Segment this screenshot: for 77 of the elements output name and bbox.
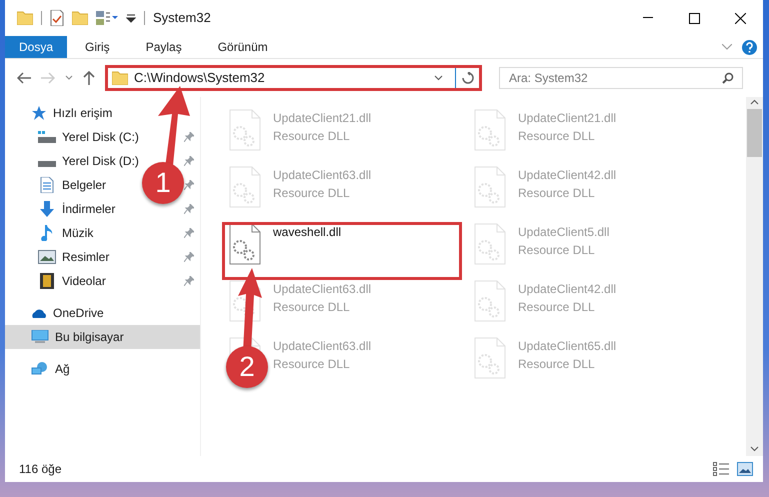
scrollbar-thumb[interactable] [747, 109, 762, 157]
dll-file-icon [229, 223, 261, 265]
pin-icon[interactable] [184, 132, 194, 142]
nav-item[interactable]: Belgeler [38, 176, 106, 194]
dll-file-icon [474, 337, 506, 379]
minimize-icon [643, 17, 653, 19]
file-type: Resource DLL [518, 242, 596, 259]
large-icons-view-icon[interactable] [737, 462, 753, 476]
music-note-icon [40, 225, 54, 241]
nav-item[interactable]: İndirmeler [38, 200, 116, 218]
search-icon [722, 72, 734, 84]
nav-item[interactable]: Müzik [38, 224, 94, 242]
nav-item[interactable]: Ağ [5, 357, 200, 381]
up-icon[interactable] [83, 71, 95, 85]
address-path: C:\Windows\System32 [134, 69, 265, 88]
ribbon-tab[interactable]: Görünüm [200, 36, 286, 58]
pin-icon[interactable] [184, 204, 194, 214]
new-folder-icon [72, 11, 88, 25]
nav-item[interactable]: Yerel Disk (D:) [38, 152, 139, 170]
refresh-icon[interactable] [462, 72, 474, 84]
ribbon-tab[interactable]: Paylaş [128, 36, 200, 58]
file-name[interactable]: waveshell.dll [273, 223, 342, 241]
back-icon[interactable] [17, 72, 31, 84]
dll-file-icon [474, 109, 506, 151]
file-type: Resource DLL [518, 356, 596, 373]
pin-icon[interactable] [184, 276, 194, 286]
nav-item[interactable]: Resimler [38, 248, 110, 266]
file-type: Resource DLL [273, 356, 351, 373]
recent-locations-icon[interactable] [65, 75, 73, 81]
properties-icon[interactable] [50, 10, 64, 26]
nav-item[interactable]: Yerel Disk (C:) [38, 128, 139, 146]
layout-icon[interactable] [96, 11, 118, 25]
scrollbar[interactable] [746, 97, 763, 456]
star-icon [31, 106, 47, 120]
item-count: 116 öğe [19, 461, 62, 478]
folder-icon [112, 71, 128, 85]
file-type: Resource DLL [273, 128, 351, 145]
ribbon-tab[interactable]: Giriş [67, 36, 128, 58]
maximize-icon [688, 12, 700, 24]
file-type: Resource DLL [518, 128, 596, 145]
nav-item[interactable]: OneDrive [5, 301, 200, 325]
ribbon-tab[interactable]: Dosya [5, 36, 68, 58]
folder-icon [17, 11, 33, 25]
nav-item[interactable]: Videolar [38, 272, 106, 290]
address-bar[interactable]: C:\Windows\System32 [105, 65, 482, 91]
pin-icon[interactable] [184, 252, 194, 262]
document-icon [40, 177, 54, 193]
window-title: System32 [153, 9, 211, 28]
help-icon[interactable] [742, 40, 757, 54]
close-icon [734, 12, 746, 24]
file-type: Resource DLL [518, 299, 596, 316]
pin-icon[interactable] [184, 180, 194, 190]
nav-item[interactable]: Hızlı erişim [5, 101, 200, 125]
pin-icon[interactable] [184, 228, 194, 238]
dll-file-icon [229, 166, 261, 208]
scroll-up-icon[interactable] [750, 99, 759, 105]
file-type: Resource DLL [273, 299, 351, 316]
download-icon [39, 201, 55, 217]
drive-icon [38, 131, 56, 143]
film-icon [40, 273, 54, 289]
nav-item[interactable]: Bu bilgisayar [5, 325, 200, 349]
network-icon [31, 362, 49, 376]
dll-file-icon [229, 109, 261, 151]
file-type: Resource DLL [518, 185, 596, 202]
dropdown-icon[interactable] [434, 75, 443, 81]
dll-file-icon [474, 280, 506, 322]
computer-icon [31, 330, 49, 344]
dll-file-icon [474, 166, 506, 208]
customize-toolbar-icon[interactable] [126, 13, 136, 23]
dll-file-icon [474, 223, 506, 265]
search-field[interactable]: Ara: System32 [499, 67, 743, 89]
pin-icon[interactable] [184, 156, 194, 166]
file-type: Resource DLL [273, 185, 351, 202]
expand-ribbon-icon[interactable] [722, 44, 732, 50]
image-icon [38, 250, 56, 264]
scroll-down-icon[interactable] [750, 446, 759, 452]
details-view-icon[interactable] [713, 462, 729, 476]
